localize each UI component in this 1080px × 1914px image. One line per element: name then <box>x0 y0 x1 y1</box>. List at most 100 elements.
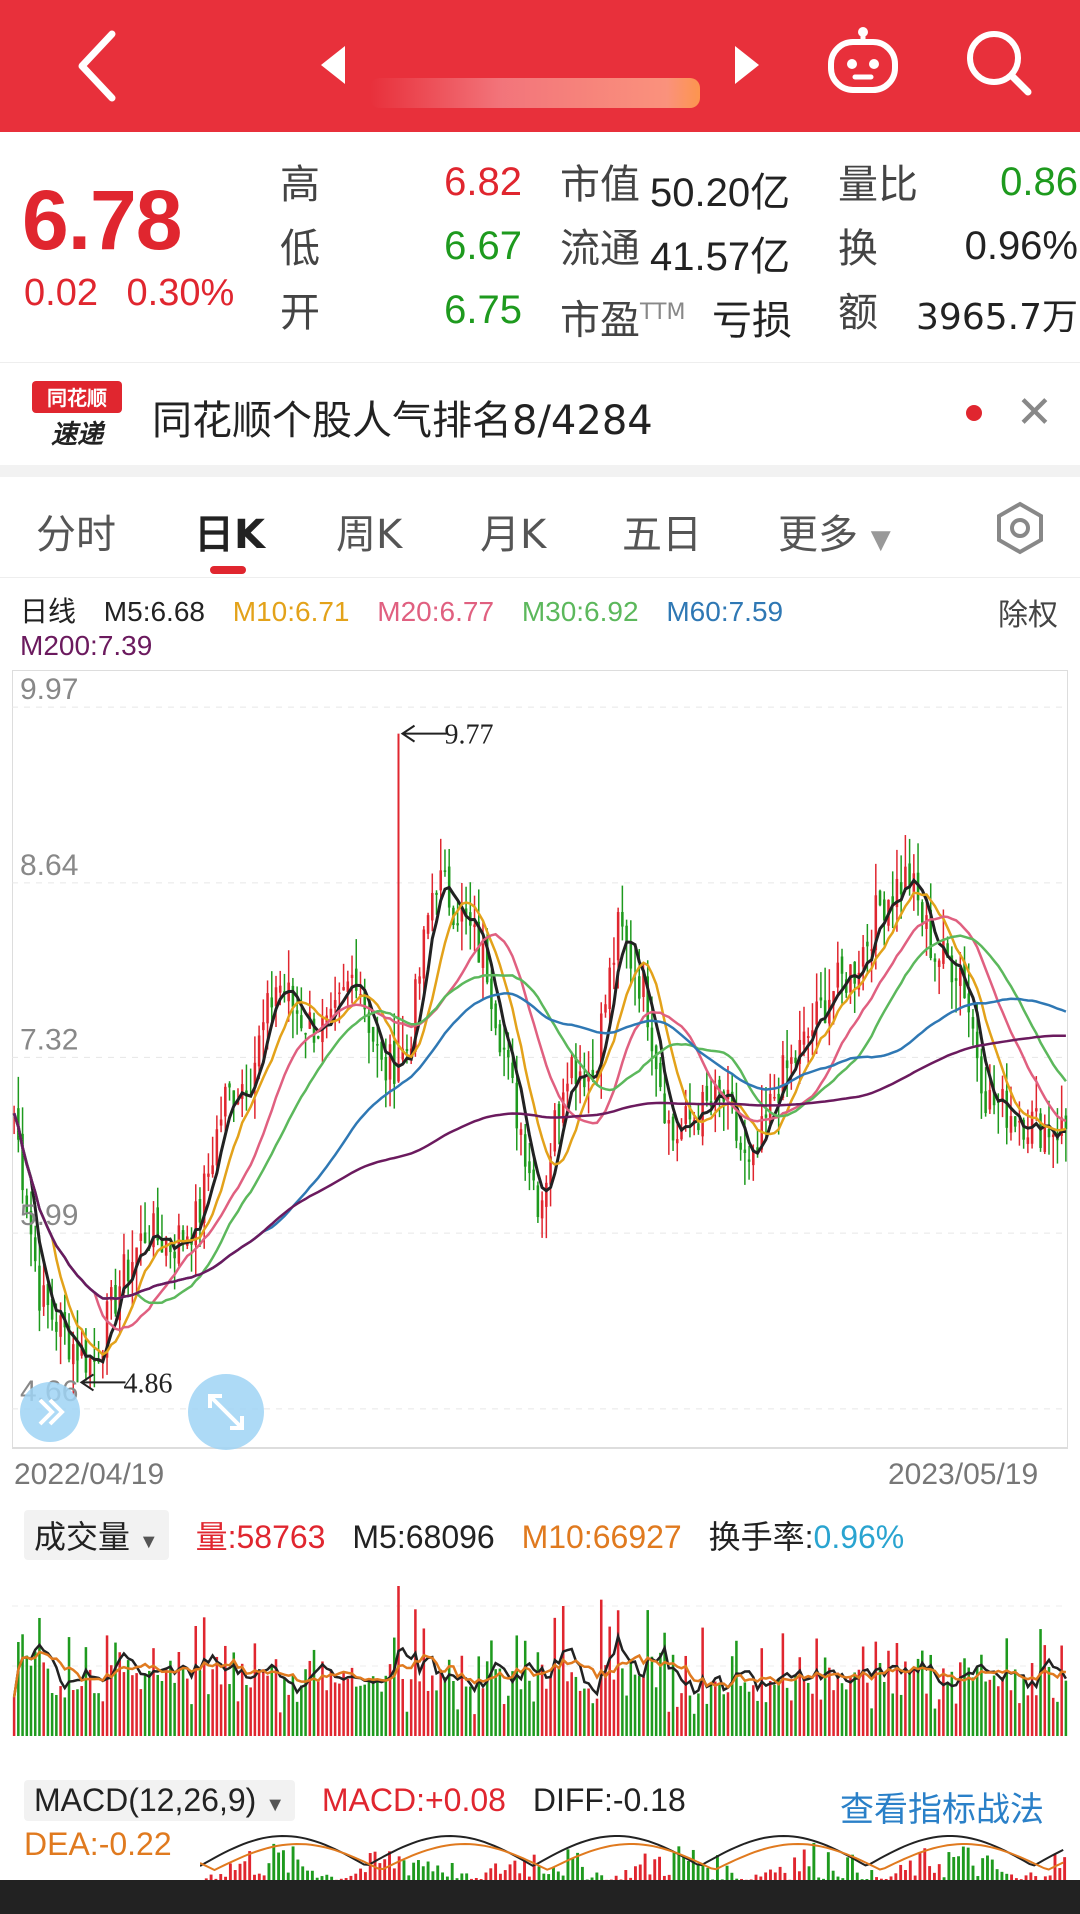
volume-bar <box>794 1674 797 1736</box>
candle-body <box>629 943 633 969</box>
candle-body <box>211 1165 214 1175</box>
volume-bar <box>739 1685 742 1736</box>
candle-body <box>933 958 937 962</box>
volume-bar <box>329 1669 333 1736</box>
volume-bar <box>621 1668 624 1736</box>
tab-intraday[interactable]: 分时 <box>36 502 116 560</box>
volume-bar <box>946 1682 949 1736</box>
macd-bar <box>995 1869 999 1880</box>
unread-dot <box>966 405 982 421</box>
volume-bar <box>1005 1638 1009 1736</box>
expand-left-icon[interactable] <box>20 1382 80 1442</box>
volume-bar <box>561 1606 565 1736</box>
candle-body <box>1035 1108 1038 1112</box>
volume-bar <box>219 1684 223 1736</box>
candle-body <box>747 1159 751 1162</box>
volume-bar <box>177 1652 181 1736</box>
candle-body <box>219 1119 223 1126</box>
candle-body <box>1005 1090 1009 1128</box>
volume-bar <box>697 1693 700 1736</box>
news-banner[interactable]: 同花顺 速递 同花顺个股人气排名8/4284 ✕ <box>0 362 1080 462</box>
volume-bar <box>937 1699 941 1736</box>
volume-bar <box>709 1685 713 1736</box>
volume-bar <box>376 1678 379 1736</box>
volume-bar <box>730 1656 734 1736</box>
volume-bar <box>405 1711 409 1736</box>
tab-weekly-k[interactable]: 周K <box>336 502 402 560</box>
candle-body <box>764 1114 768 1118</box>
candle-body <box>984 1091 987 1114</box>
top-nav-bar <box>0 0 1080 132</box>
candle-body <box>173 1251 176 1259</box>
volume-bar <box>12 1697 16 1736</box>
price-change: 0.02 0.30% <box>24 272 252 315</box>
candle-body <box>224 1086 227 1117</box>
macd-bar <box>826 1852 830 1880</box>
candle-body <box>262 1022 265 1031</box>
back-icon[interactable] <box>70 26 130 106</box>
news-text[interactable]: 同花顺个股人气排名8/4284 <box>152 388 653 446</box>
candle-body <box>802 1031 806 1045</box>
kline-chart[interactable]: 9.978.647.325.994.66 9.774.86 <box>12 670 1068 1450</box>
volume-bar <box>515 1635 519 1736</box>
volume-bar <box>287 1694 290 1736</box>
diff-line <box>200 1834 1064 1867</box>
macd-bar <box>503 1870 507 1880</box>
ma10-label: M10:6.71 <box>232 596 350 627</box>
candle-body <box>921 902 924 923</box>
indicator-strategy-link[interactable]: 查看指标战法 <box>840 1782 1044 1831</box>
macd-bar <box>556 1871 560 1880</box>
volume-bar <box>866 1682 869 1736</box>
candle-body <box>735 1111 738 1141</box>
tab-more[interactable]: 更多 ▼ <box>778 502 891 560</box>
candle-body <box>33 1237 37 1262</box>
y-tick-label: 8.64 <box>20 849 78 882</box>
volume-bar <box>190 1704 193 1736</box>
close-icon[interactable]: ✕ <box>1016 387 1053 438</box>
candle-body <box>295 1010 299 1014</box>
volume-bar <box>498 1668 502 1736</box>
search-icon[interactable] <box>960 24 1036 100</box>
open-row: 开 <box>280 290 320 336</box>
volume-chart[interactable] <box>12 1566 1068 1736</box>
volume-bar <box>367 1679 371 1736</box>
macd-bar <box>291 1846 295 1880</box>
volume-bar <box>735 1640 738 1736</box>
volume-bar <box>198 1670 202 1736</box>
ttm-label: TTM <box>640 300 686 325</box>
next-stock-icon[interactable] <box>725 40 765 90</box>
chart-settings-icon[interactable] <box>992 500 1048 556</box>
volume-bar <box>545 1688 548 1736</box>
adjust-button[interactable]: 除权 <box>998 590 1058 634</box>
indicator-selector[interactable]: 成交量 ▼ <box>24 1510 169 1560</box>
turnover-value: 0.96% <box>964 224 1078 268</box>
tab-daily-k[interactable]: 日K <box>194 502 265 560</box>
macd-chart[interactable] <box>200 1826 1068 1880</box>
macd-bar <box>937 1864 941 1880</box>
macd-bar <box>286 1872 290 1880</box>
volume-bar <box>583 1688 586 1736</box>
macd-bar <box>392 1868 396 1880</box>
macd-selector[interactable]: MACD(12,26,9) ▼ <box>24 1780 295 1821</box>
volume-bar <box>616 1610 620 1736</box>
candle-body <box>1001 1088 1004 1100</box>
candle-body <box>143 1232 147 1243</box>
candle-body <box>388 1044 392 1080</box>
volume-bar <box>431 1675 434 1736</box>
volume-bar <box>245 1684 248 1736</box>
tab-monthly-k[interactable]: 月K <box>480 502 546 560</box>
candle-body <box>88 1358 92 1377</box>
tab-five-day[interactable]: 五日 <box>622 502 702 560</box>
volume-bar <box>63 1697 67 1736</box>
volume-bar <box>1047 1666 1051 1736</box>
fullscreen-icon[interactable] <box>188 1374 264 1450</box>
volume-bar <box>97 1693 100 1736</box>
amount-row: 额 <box>838 290 878 336</box>
candle-body <box>519 1129 523 1135</box>
candle-body <box>215 1129 219 1166</box>
prev-stock-icon[interactable] <box>315 40 355 90</box>
macd-bar <box>957 1856 960 1880</box>
candle-body <box>338 992 341 995</box>
macd-bar <box>981 1858 985 1880</box>
robot-assistant-icon[interactable] <box>825 24 901 100</box>
